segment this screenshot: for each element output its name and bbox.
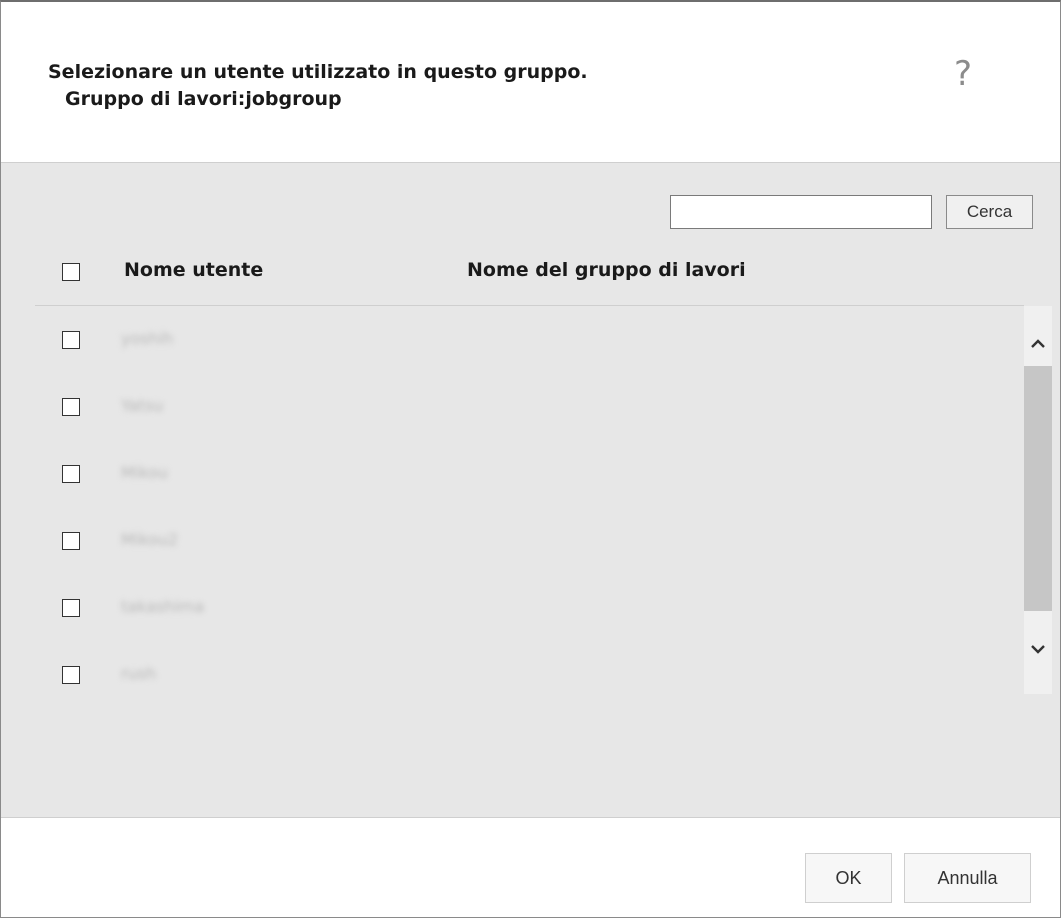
row-checkbox[interactable]	[62, 532, 80, 550]
dialog-header: Selezionare un utente utilizzato in ques…	[1, 2, 1060, 163]
column-header-group[interactable]: Nome del gruppo di lavori	[467, 259, 746, 281]
search-button[interactable]: Cerca	[946, 195, 1033, 229]
column-header-username[interactable]: Nome utente	[124, 259, 263, 281]
row-username: rush	[121, 664, 157, 683]
list-scrollbar[interactable]	[1024, 306, 1052, 694]
ok-button[interactable]: OK	[805, 853, 892, 903]
row-checkbox[interactable]	[62, 666, 80, 684]
scroll-down-icon[interactable]	[1024, 634, 1052, 664]
row-checkbox[interactable]	[62, 398, 80, 416]
row-username: takashima	[121, 597, 205, 616]
scroll-thumb[interactable]	[1024, 366, 1052, 611]
table-row[interactable]: rush	[35, 641, 1020, 694]
help-icon[interactable]: ?	[949, 54, 977, 94]
row-username: Mikou	[121, 463, 168, 482]
user-list[interactable]: yoshih Yatsu Mikou Mikou2 takashima rush	[35, 306, 1024, 694]
select-all-checkbox[interactable]	[62, 263, 80, 281]
job-group-label: Gruppo di lavori:jobgroup	[65, 88, 342, 110]
table-row[interactable]: Mikou2	[35, 507, 1020, 574]
row-checkbox[interactable]	[62, 331, 80, 349]
row-username: Yatsu	[121, 396, 164, 415]
table-row[interactable]: yoshih	[35, 306, 1020, 373]
dialog-instruction: Selezionare un utente utilizzato in ques…	[48, 61, 588, 83]
row-checkbox[interactable]	[62, 465, 80, 483]
table-row[interactable]: Yatsu	[35, 373, 1020, 440]
row-username: Mikou2	[121, 530, 179, 549]
row-checkbox[interactable]	[62, 599, 80, 617]
cancel-button[interactable]: Annulla	[904, 853, 1031, 903]
user-select-dialog: Selezionare un utente utilizzato in ques…	[0, 0, 1061, 918]
scroll-up-icon[interactable]	[1024, 328, 1052, 358]
table-row[interactable]: Mikou	[35, 440, 1020, 507]
row-username: yoshih	[121, 329, 174, 348]
table-row[interactable]: takashima	[35, 574, 1020, 641]
search-input[interactable]	[670, 195, 932, 229]
user-list-panel: Cerca Nome utente Nome del gruppo di lav…	[1, 163, 1060, 818]
dialog-footer: OK Annulla	[1, 818, 1060, 917]
